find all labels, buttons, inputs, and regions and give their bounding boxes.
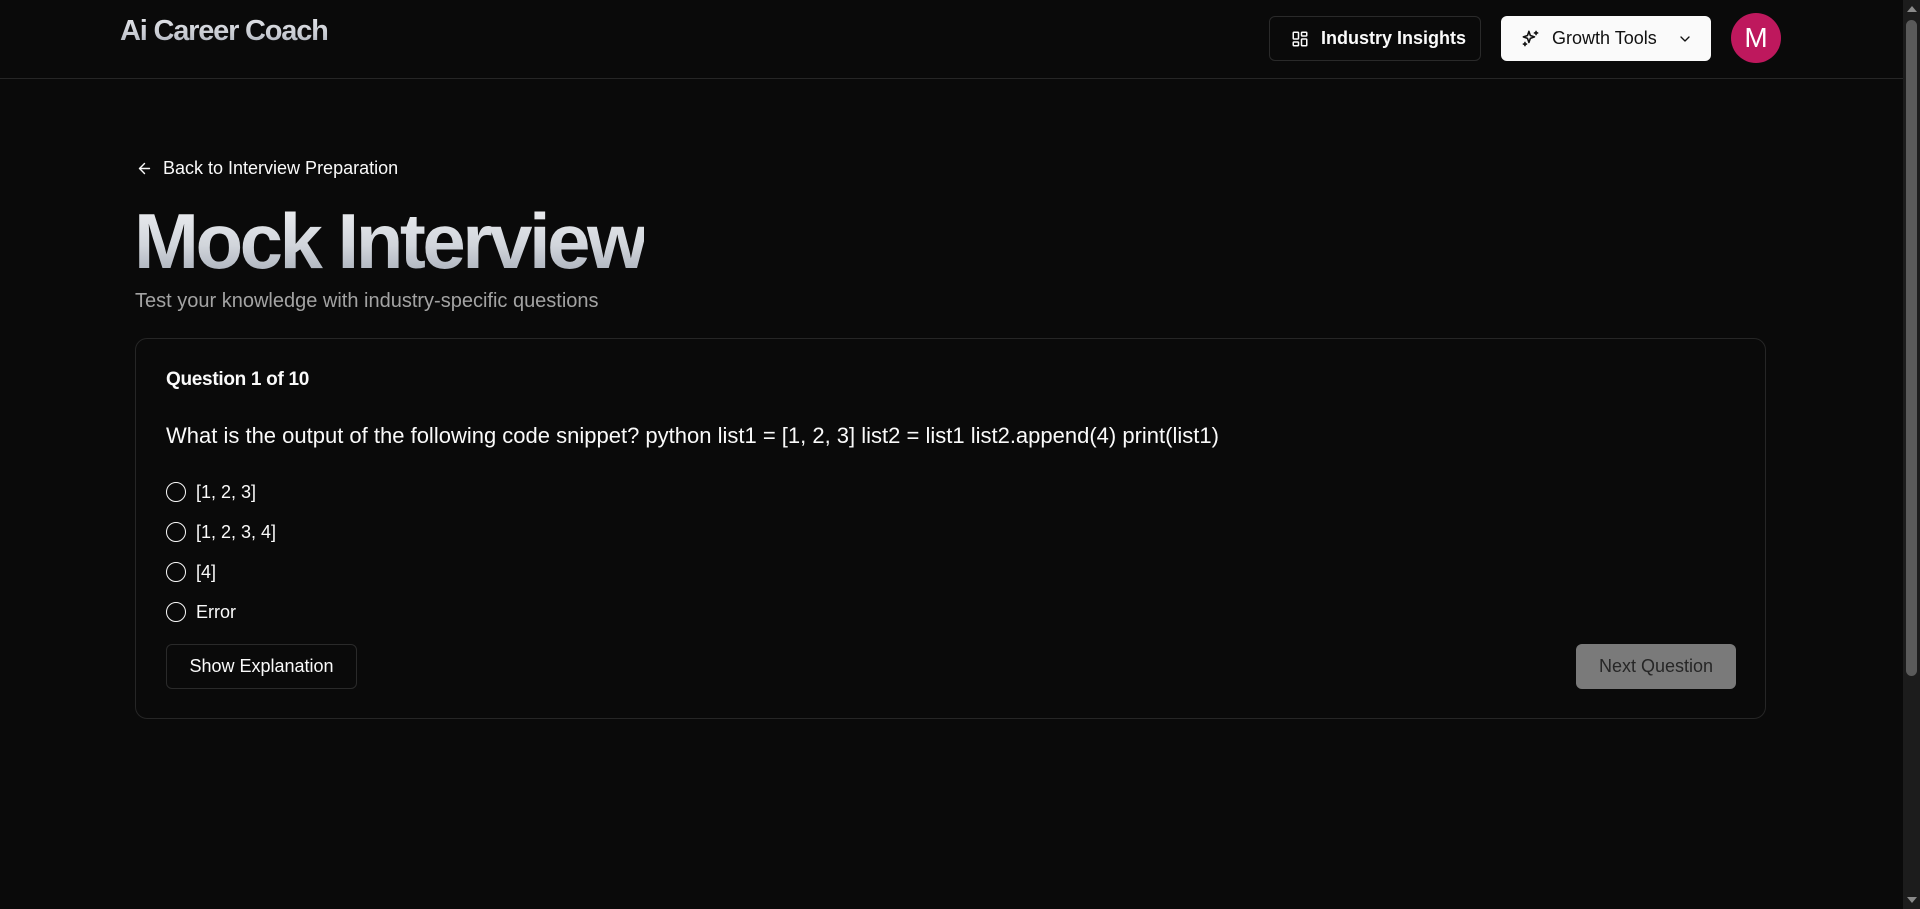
answer-option-label: [1, 2, 3] [196, 481, 257, 502]
app-logo[interactable]: Ai Career Coach [120, 15, 329, 48]
next-question-button[interactable]: Next Question [1576, 644, 1736, 689]
radio-button[interactable] [166, 482, 186, 502]
answer-option[interactable]: [1, 2, 3, 4] [166, 512, 276, 552]
answer-option-label: Error [196, 601, 236, 622]
question-text: What is the output of the following code… [166, 423, 1219, 448]
answer-option-label: [4] [196, 561, 217, 582]
industry-insights-button[interactable]: Industry Insights [1269, 16, 1481, 61]
growth-tools-dropdown[interactable]: Growth Tools [1501, 16, 1711, 61]
show-explanation-button[interactable]: Show Explanation [166, 644, 357, 689]
top-navbar: Ai Career Coach Industry Insights Growth… [0, 0, 1903, 79]
quiz-card: Question 1 of 10 What is the output of t… [135, 338, 1766, 719]
arrow-left-icon [136, 160, 153, 177]
back-link-label: Back to Interview Preparation [163, 158, 399, 178]
user-avatar[interactable]: M [1731, 13, 1781, 63]
page-subtitle: Test your knowledge with industry-specif… [135, 290, 599, 312]
vertical-scrollbar[interactable] [1903, 0, 1920, 909]
question-counter: Question 1 of 10 [166, 369, 310, 390]
chevron-down-icon [1677, 31, 1693, 47]
scroll-up-arrow-icon[interactable] [1907, 6, 1917, 12]
answer-option-label: [1, 2, 3, 4] [196, 521, 277, 542]
sparkles-icon [1521, 29, 1540, 48]
scroll-down-arrow-icon[interactable] [1907, 897, 1917, 903]
industry-insights-label: Industry Insights [1321, 28, 1467, 48]
radio-button[interactable] [166, 602, 186, 622]
page-title: Mock Interview [134, 197, 648, 285]
back-to-interview-link[interactable]: Back to Interview Preparation [136, 158, 398, 179]
growth-tools-label: Growth Tools [1552, 28, 1657, 48]
radio-button[interactable] [166, 522, 186, 542]
answer-options: [1, 2, 3] [1, 2, 3, 4] [4] Error [166, 472, 276, 632]
answer-option[interactable]: [4] [166, 552, 276, 592]
radio-button[interactable] [166, 562, 186, 582]
answer-option[interactable]: Error [166, 592, 276, 632]
answer-option[interactable]: [1, 2, 3] [166, 472, 276, 512]
scrollbar-thumb[interactable] [1906, 20, 1917, 676]
layout-dashboard-icon [1291, 30, 1309, 48]
